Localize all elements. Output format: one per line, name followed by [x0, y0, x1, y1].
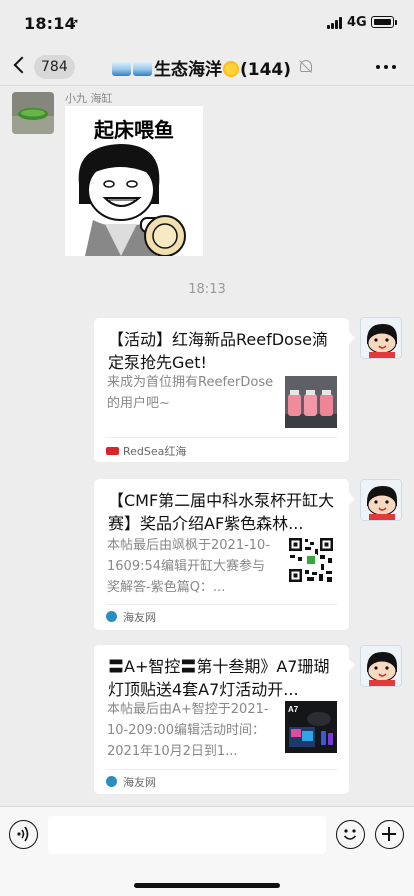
back-button[interactable]: 784: [12, 54, 75, 80]
card-divider: [106, 769, 337, 770]
card-thumbnail: [285, 376, 337, 428]
voice-icon: [17, 826, 29, 842]
more-actions-button[interactable]: [375, 820, 404, 849]
card-title: 【CMF第二届中科水泵杯开缸大赛】奖品介绍AF紫色森林...: [108, 491, 335, 533]
sender-name: 小九 海缸: [65, 92, 113, 105]
time-divider: 18:13: [188, 282, 226, 297]
voice-input-button[interactable]: [9, 820, 38, 849]
my-avatar[interactable]: [360, 645, 402, 687]
message-input[interactable]: [48, 816, 326, 854]
card-source: 海友网: [123, 611, 156, 624]
status-time: 18:14: [24, 14, 76, 33]
sticker-message[interactable]: 起床喂鱼: [65, 106, 203, 256]
card-title: 【活动】红海新品ReefDose滴定泵抢先Get!: [108, 330, 329, 372]
input-bar: [0, 806, 414, 896]
member-count: (144): [240, 60, 292, 80]
card-thumbnail: A7: [285, 701, 337, 753]
wave-emoji-icon: [112, 61, 131, 76]
link-card[interactable]: 〓A+智控〓第十叁期》A7珊瑚灯顶贴送4套A7灯活动开... 本帖最后由A+智控…: [94, 645, 355, 794]
link-card[interactable]: 【活动】红海新品ReefDose滴定泵抢先Get! 来成为首位拥有ReeferD…: [94, 318, 355, 462]
chat-title-text: 生态海洋: [154, 60, 222, 80]
card-divider: [106, 604, 337, 605]
my-avatar[interactable]: [360, 317, 402, 359]
status-bar: 18:14 ➚ 4G: [0, 0, 414, 48]
sticker-illustration: [78, 144, 186, 256]
redsea-logo-icon: [106, 447, 119, 455]
card-description: 本帖最后由飒枫于2021-10-1609:54编辑开缸大赛参与奖解答-紫色篇Q：…: [107, 538, 271, 595]
sun-emoji-icon: [223, 61, 239, 77]
unread-count-badge: 784: [34, 55, 75, 79]
card-title: 〓A+智控〓第十叁期》A7珊瑚灯顶贴送4套A7灯活动开...: [108, 657, 330, 699]
my-avatar[interactable]: [360, 479, 402, 521]
cellular-signal-icon: [327, 17, 345, 29]
smiley-icon: [343, 829, 357, 840]
more-options-button[interactable]: [376, 65, 396, 71]
haiyou-logo-icon: [106, 776, 117, 787]
home-indicator: [134, 883, 280, 888]
chat-title[interactable]: 生态海洋 (144): [112, 55, 322, 81]
link-card[interactable]: 【CMF第二届中科水泵杯开缸大赛】奖品介绍AF紫色森林... 本帖最后由飒枫于2…: [94, 479, 355, 630]
chevron-left-icon: [13, 56, 31, 74]
card-divider: [106, 437, 337, 438]
network-type: 4G: [347, 15, 367, 30]
location-arrow-icon: ➚: [70, 16, 80, 29]
card-description: 来成为首位拥有ReeferDose的用户吧~: [107, 375, 274, 411]
battery-icon: [371, 16, 394, 28]
svg-text:A7: A7: [288, 705, 299, 714]
chat-header: 784 生态海洋 (144): [0, 48, 414, 86]
mute-bell-icon: [300, 60, 312, 72]
battery-tip: [395, 20, 397, 25]
card-description: 本帖最后由A+智控于2021-10-209:00编辑活动时间：2021年10月2…: [107, 702, 269, 759]
haiyou-logo-icon: [106, 611, 117, 622]
qr-code-thumbnail: [288, 537, 334, 583]
emoji-button[interactable]: [336, 820, 365, 849]
card-source: RedSea红海: [123, 445, 187, 458]
card-source: 海友网: [123, 776, 156, 789]
wave-emoji-icon: [133, 61, 152, 76]
sender-avatar[interactable]: [12, 92, 54, 134]
